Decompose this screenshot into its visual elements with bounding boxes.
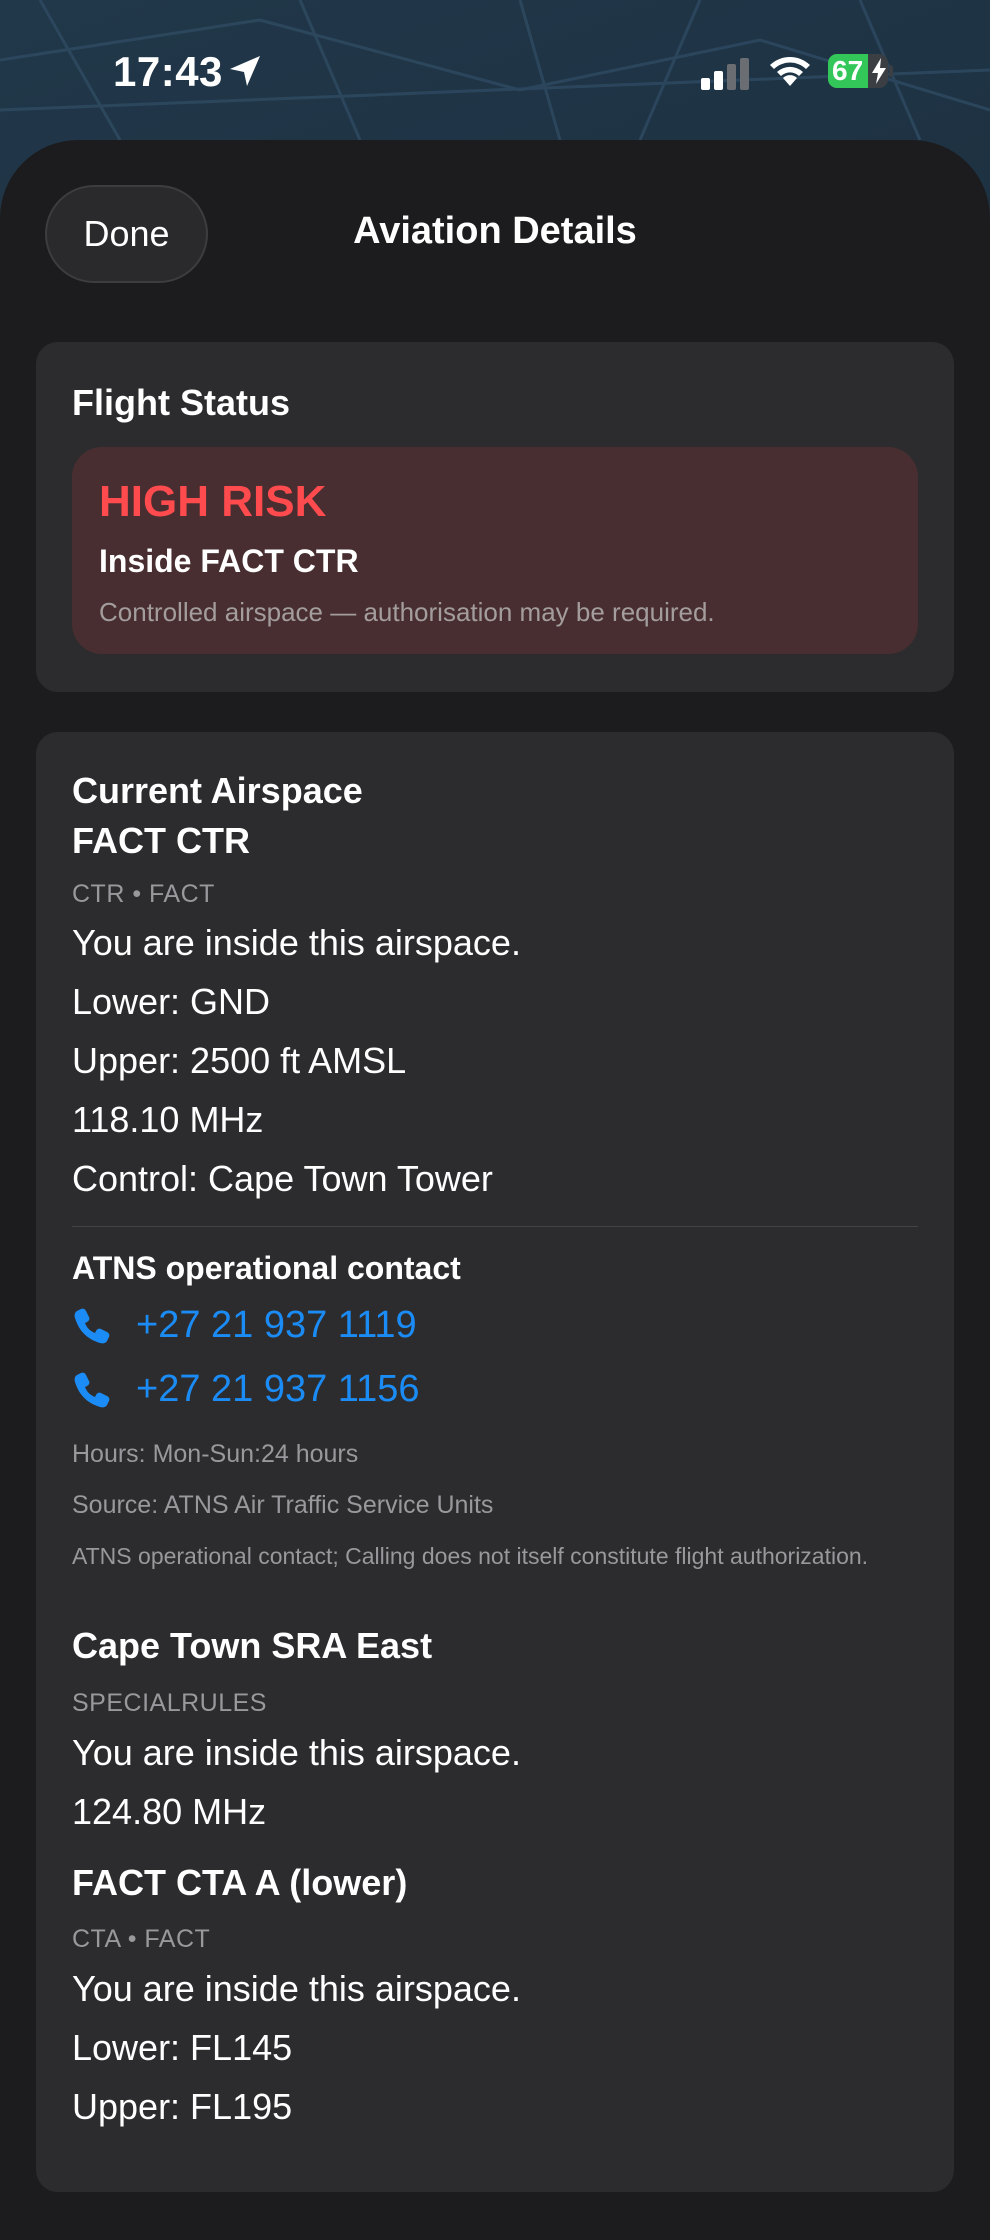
risk-description: Controlled airspace — authorisation may … bbox=[99, 597, 715, 627]
zone-line: Upper: FL195 bbox=[72, 2086, 293, 2127]
risk-banner: HIGH RISK Inside FACT CTR Controlled air… bbox=[72, 447, 918, 654]
zone-line: 118.10 MHz bbox=[72, 1099, 264, 1140]
zone-subtitle: CTR • FACT bbox=[72, 880, 215, 908]
current-airspace-heading: Current Airspace bbox=[72, 770, 363, 811]
zone-line: You are inside this airspace. bbox=[72, 1968, 521, 2009]
risk-title: Inside FACT CTR bbox=[99, 543, 359, 579]
zone-line: Lower: FL145 bbox=[72, 2027, 293, 2068]
wifi-icon bbox=[770, 57, 810, 86]
zone-line: Control: Cape Town Tower bbox=[72, 1158, 493, 1199]
flight-status-heading: Flight Status bbox=[72, 382, 290, 423]
zone-line: You are inside this airspace. bbox=[72, 922, 521, 963]
contact-note: ATNS operational contact; Calling does n… bbox=[72, 1543, 869, 1569]
zone-line: Lower: GND bbox=[72, 981, 271, 1022]
zone-subtitle: SPECIALRULES bbox=[72, 1689, 267, 1717]
phone-link-row[interactable]: +27 21 937 1119 bbox=[72, 1304, 417, 1347]
contact-heading: ATNS operational contact bbox=[72, 1250, 461, 1286]
zone-line: Upper: 2500 ft AMSL bbox=[72, 1040, 407, 1081]
contact-source: Source: ATNS Air Traffic Service Units bbox=[72, 1491, 494, 1519]
phone-icon bbox=[74, 1308, 110, 1343]
zone-name: FACT CTR bbox=[72, 820, 250, 861]
zone-name: FACT CTA A (lower) bbox=[72, 1862, 408, 1903]
battery-percent: 67 bbox=[832, 55, 864, 86]
battery-indicator: 67 bbox=[828, 54, 894, 88]
zone-name: Cape Town SRA East bbox=[72, 1625, 433, 1666]
charging-bolt-icon bbox=[872, 58, 886, 84]
zone-subtitle: CTA • FACT bbox=[72, 1925, 211, 1953]
contact-hours: Hours: Mon-Sun:24 hours bbox=[72, 1440, 359, 1468]
location-arrow-icon bbox=[230, 56, 260, 86]
current-airspace-card: Current Airspace FACT CTR CTR • FACT You… bbox=[36, 732, 954, 2192]
status-time: 17:43 bbox=[113, 48, 223, 95]
status-bar: 17:43 67 bbox=[0, 0, 990, 140]
phone-number[interactable]: +27 21 937 1119 bbox=[136, 1304, 417, 1347]
zone-line: You are inside this airspace. bbox=[72, 1732, 521, 1773]
flight-status-card: Flight Status HIGH RISK Inside FACT CTR … bbox=[36, 342, 954, 692]
section-divider bbox=[72, 1226, 918, 1227]
cellular-signal-icon bbox=[701, 58, 749, 90]
zone-line: 124.80 MHz bbox=[72, 1791, 267, 1832]
phone-link-row[interactable]: +27 21 937 1156 bbox=[72, 1368, 420, 1411]
aviation-details-sheet: Done Aviation Details Flight Status HIGH… bbox=[0, 140, 990, 2240]
phone-number[interactable]: +27 21 937 1156 bbox=[136, 1368, 420, 1411]
risk-level: HIGH RISK bbox=[99, 477, 327, 526]
phone-icon bbox=[74, 1372, 110, 1407]
sheet-title: Aviation Details bbox=[353, 210, 637, 252]
